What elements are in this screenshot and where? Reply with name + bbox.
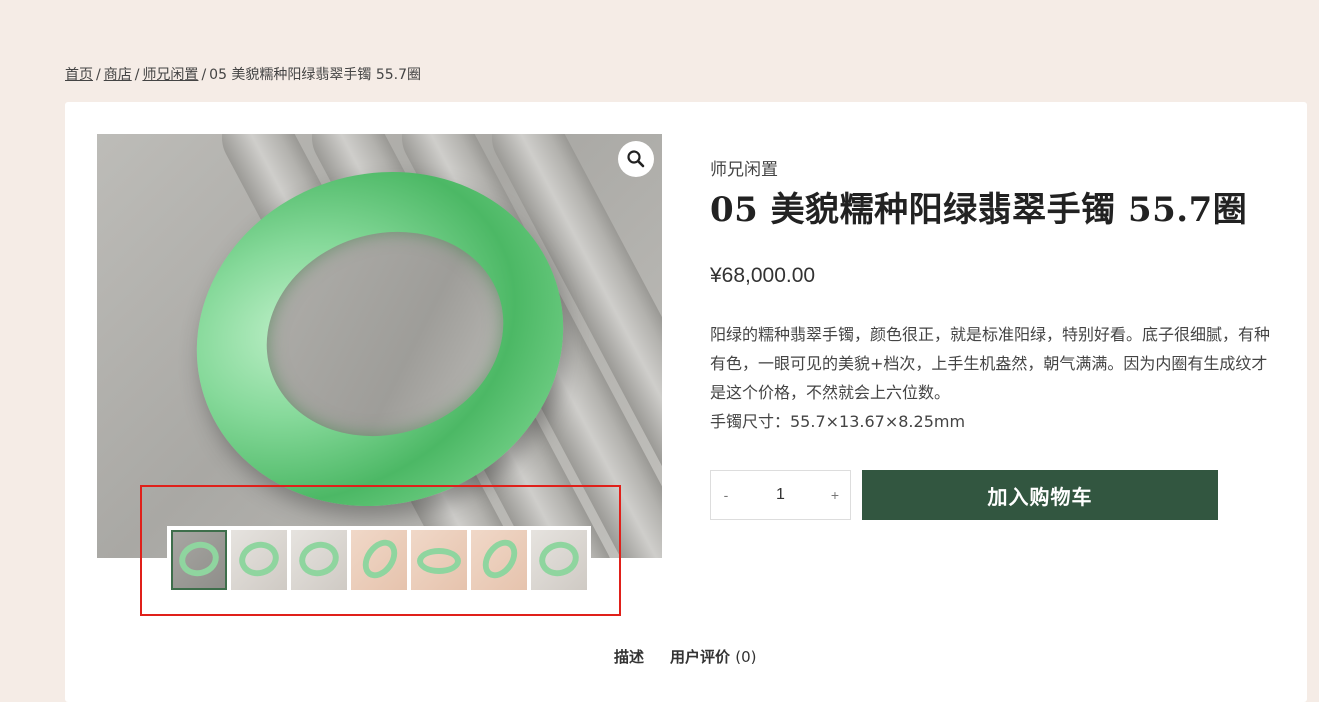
product-description: 阳绿的糯种翡翠手镯，颜色很正，就是标准阳绿，特别好看。底子很细腻，有种有色，一眼… <box>710 320 1275 436</box>
quantity-increase-button[interactable]: + <box>820 487 850 503</box>
description-paragraph: 阳绿的糯种翡翠手镯，颜色很正，就是标准阳绿，特别好看。底子很细腻，有种有色，一眼… <box>710 325 1271 402</box>
annotation-highlight-box <box>140 485 621 616</box>
quantity-stepper: - 1 + <box>710 470 851 520</box>
product-category[interactable]: 师兄闲置 <box>710 155 778 180</box>
tab-reviews-count: (0) <box>735 648 757 666</box>
product-tabs: 描述 用户评价 (0) <box>614 646 757 667</box>
add-to-cart-button[interactable]: 加入购物车 <box>862 470 1218 520</box>
breadcrumb-current: 05 美貌糯种阳绿翡翠手镯 55.7圈 <box>209 67 422 83</box>
breadcrumb-home-link[interactable]: 首页 <box>65 67 93 83</box>
search-icon <box>627 150 645 168</box>
breadcrumb-shop-link[interactable]: 商店 <box>104 67 132 83</box>
breadcrumb-category-link[interactable]: 师兄闲置 <box>142 67 198 83</box>
tab-reviews[interactable]: 用户评价 (0) <box>670 646 757 667</box>
zoom-button[interactable] <box>618 141 654 177</box>
description-size: 手镯尺寸：55.7×13.67×8.25mm <box>710 412 966 431</box>
quantity-decrease-button[interactable]: - <box>711 487 741 503</box>
tab-description[interactable]: 描述 <box>614 646 644 667</box>
breadcrumb-separator: / <box>201 67 207 83</box>
quantity-input[interactable]: 1 <box>741 486 820 504</box>
tab-reviews-label: 用户评价 <box>670 648 731 666</box>
breadcrumb: 首页 / 商店 / 师兄闲置/05 美貌糯种阳绿翡翠手镯 55.7圈 <box>65 64 421 84</box>
product-title: 05 美貌糯种阳绿翡翠手镯 55.7圈 <box>710 190 1248 230</box>
breadcrumb-separator: / <box>96 67 101 83</box>
breadcrumb-separator: / <box>134 67 140 83</box>
product-price: ¥68,000.00 <box>710 264 816 287</box>
